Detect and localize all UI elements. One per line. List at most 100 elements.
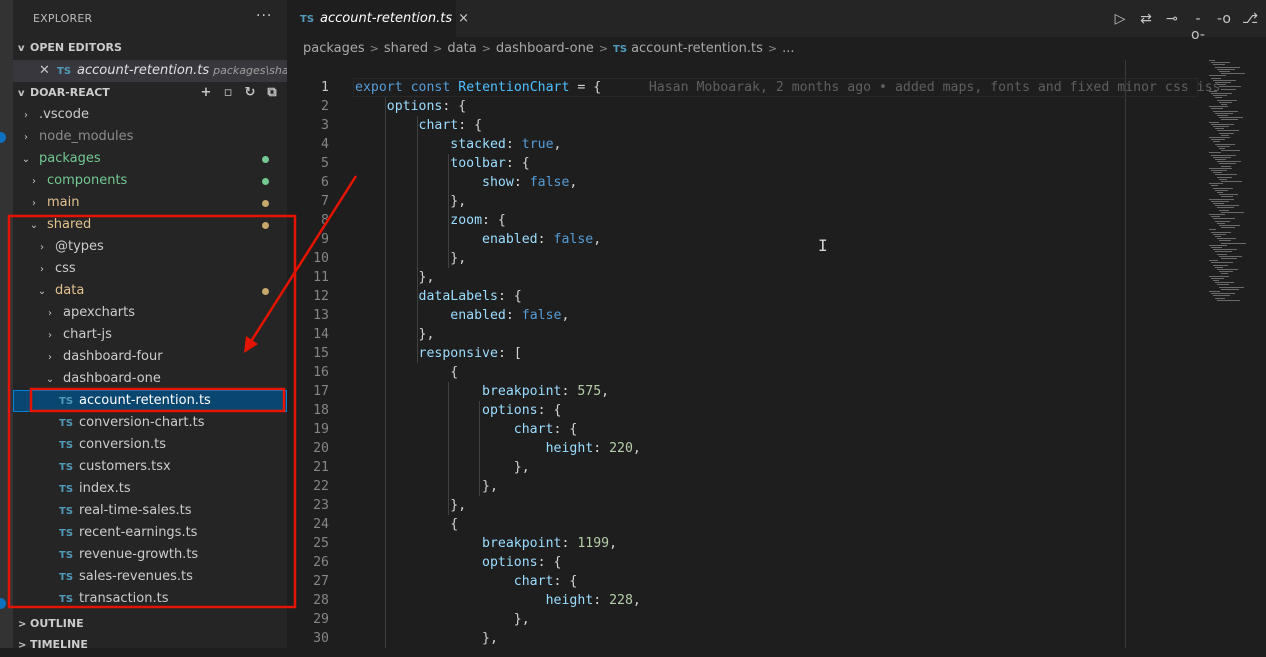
workspace-header[interactable]: v DOAR-REACT + ▫ ↻ ⧉ bbox=[13, 82, 287, 104]
chevron-right-icon: › bbox=[48, 308, 52, 319]
minimap-line bbox=[1213, 233, 1226, 235]
tree-file-item[interactable]: TS conversion-chart.ts bbox=[13, 412, 287, 434]
code-line: 12 dataLabels: { bbox=[287, 287, 1187, 306]
minimap-line bbox=[1213, 95, 1227, 97]
line-number: 2 bbox=[321, 99, 329, 114]
tree-folder-item[interactable]: › chart-js bbox=[13, 324, 287, 346]
chevron-down-icon: ⌄ bbox=[37, 286, 47, 297]
line-number: 23 bbox=[313, 498, 329, 513]
minimap-line bbox=[1221, 134, 1229, 136]
compare-changes-icon[interactable]: ⇄ bbox=[1138, 11, 1154, 27]
tree-folder-item[interactable]: ⌄ dashboard-one bbox=[13, 368, 287, 390]
minimap-line bbox=[1219, 101, 1232, 103]
tree-folder-item[interactable]: › node_modules bbox=[13, 126, 287, 148]
code-line: 19 chart: { bbox=[287, 420, 1187, 439]
new-folder-icon[interactable]: ▫ bbox=[221, 86, 235, 100]
code-text: { bbox=[450, 365, 459, 380]
git-commit-icon[interactable]: ⊸ bbox=[1164, 11, 1180, 27]
tree-folder-item[interactable]: › css bbox=[13, 258, 287, 280]
breadcrumb-item[interactable]: dashboard-one bbox=[496, 41, 594, 56]
more-actions-icon[interactable]: ··· bbox=[256, 8, 272, 24]
tab-account-retention[interactable]: TS account-retention.ts × bbox=[287, 0, 469, 37]
tree-file-item[interactable]: TS index.ts bbox=[13, 478, 287, 500]
tree-file-item[interactable]: TS real-time-sales.ts bbox=[13, 500, 287, 522]
code-line: 5 toolbar: { bbox=[287, 154, 1187, 173]
editor-area: TS account-retention.ts × ▷ ⇄ ⊸ -o- -o ⎇ p… bbox=[287, 0, 1266, 648]
chevron-right-icon: › bbox=[40, 242, 44, 253]
tree-folder-item[interactable]: ⌄ packages bbox=[13, 148, 287, 170]
indent-guide bbox=[385, 97, 386, 648]
breadcrumb-item[interactable]: data bbox=[447, 41, 476, 56]
tree-file-item[interactable]: TS account-retention.ts bbox=[13, 390, 287, 412]
tree-item-label: conversion-chart.ts bbox=[79, 415, 205, 430]
breadcrumb-item[interactable]: ... bbox=[782, 41, 794, 56]
close-icon[interactable]: × bbox=[458, 0, 469, 37]
open-editor-path: packages\share... bbox=[213, 64, 287, 77]
line-number: 12 bbox=[313, 289, 329, 304]
breadcrumb: packages > shared > data > dashboard-one > TS acc… bbox=[303, 38, 794, 60]
breadcrumb-item[interactable]: packages bbox=[303, 41, 365, 56]
open-editors-header[interactable]: v OPEN EDITORS bbox=[13, 37, 287, 59]
open-changes-icon[interactable]: ⎇ bbox=[1242, 11, 1258, 27]
chevron-down-icon: ⌄ bbox=[21, 154, 31, 165]
line-number: 22 bbox=[313, 479, 329, 494]
line-number: 25 bbox=[313, 536, 329, 551]
typescript-icon: TS bbox=[59, 440, 74, 451]
previous-change-icon[interactable]: -o- bbox=[1190, 11, 1206, 43]
code-text: breakpoint: 575, bbox=[482, 384, 610, 399]
minimap-line bbox=[1215, 236, 1221, 237]
minimap-line bbox=[1221, 104, 1227, 105]
collapse-all-icon[interactable]: ⧉ bbox=[265, 86, 279, 100]
run-icon[interactable]: ▷ bbox=[1112, 11, 1128, 27]
tree-folder-item[interactable]: › .vscode bbox=[13, 104, 287, 126]
minimap-line bbox=[1211, 62, 1230, 64]
minimap-line bbox=[1213, 110, 1238, 112]
tree-item-label: account-retention.ts bbox=[79, 393, 211, 408]
tree-file-item[interactable]: TS revenue-growth.ts bbox=[13, 544, 287, 566]
tree-file-item[interactable]: TS transaction.ts bbox=[13, 588, 287, 610]
minimap-line bbox=[1217, 253, 1227, 255]
tree-folder-item[interactable]: › main bbox=[13, 192, 287, 214]
git-status-dot bbox=[262, 178, 269, 185]
code-line: 25 breakpoint: 1199, bbox=[287, 534, 1187, 553]
code-text: enabled: false, bbox=[482, 232, 602, 247]
minimap-line bbox=[1215, 189, 1228, 191]
refresh-icon[interactable]: ↻ bbox=[243, 86, 257, 100]
minimap[interactable] bbox=[1205, 60, 1255, 310]
chevron-right-icon: › bbox=[48, 352, 52, 363]
tree-folder-item[interactable]: › apexcharts bbox=[13, 302, 287, 324]
minimap-line bbox=[1213, 280, 1219, 281]
tree-folder-item[interactable]: ⌄ data bbox=[13, 280, 287, 302]
minimap-line bbox=[1215, 82, 1231, 83]
new-file-icon[interactable]: + bbox=[199, 86, 213, 100]
tree-file-item[interactable]: TS customers.tsx bbox=[13, 456, 287, 478]
tree-item-label: .vscode bbox=[39, 107, 89, 122]
outline-header[interactable]: > OUTLINE bbox=[13, 613, 287, 635]
tree-file-item[interactable]: TS recent-earnings.ts bbox=[13, 522, 287, 544]
tree-folder-item[interactable]: ⌄ shared bbox=[13, 214, 287, 236]
tree-folder-item[interactable]: › components bbox=[13, 170, 287, 192]
tree-file-item[interactable]: TS sales-revenues.ts bbox=[13, 566, 287, 588]
breadcrumb-item[interactable]: account-retention.ts bbox=[631, 41, 763, 56]
code-text: chart: { bbox=[418, 118, 483, 133]
tree-item-label: real-time-sales.ts bbox=[79, 503, 192, 518]
next-change-icon[interactable]: -o bbox=[1216, 11, 1232, 27]
breadcrumb-item[interactable]: shared bbox=[384, 41, 428, 56]
chevron-down-icon: v bbox=[18, 43, 25, 54]
line-number: 29 bbox=[313, 612, 329, 627]
tree-item-label: transaction.ts bbox=[79, 591, 169, 606]
minimap-line bbox=[1217, 269, 1238, 270]
open-editor-item[interactable]: ✕TS account-retention.tspackages\share... bbox=[13, 60, 287, 82]
typescript-icon: TS bbox=[613, 44, 628, 55]
timeline-header[interactable]: > TIMELINE bbox=[13, 634, 287, 656]
tree-item-label: index.ts bbox=[79, 481, 131, 496]
minimap-line bbox=[1221, 165, 1231, 167]
chevron-right-icon: > bbox=[18, 640, 27, 651]
tree-folder-item[interactable]: › @types bbox=[13, 236, 287, 258]
minimap-line bbox=[1211, 247, 1222, 248]
tab-bar: TS account-retention.ts × ▷ ⇄ ⊸ -o- -o ⎇ bbox=[287, 0, 1266, 43]
tree-folder-item[interactable]: › dashboard-four bbox=[13, 346, 287, 368]
minimap-line bbox=[1215, 112, 1233, 114]
tree-file-item[interactable]: TS conversion.ts bbox=[13, 434, 287, 456]
close-icon[interactable]: ✕ bbox=[39, 60, 57, 82]
